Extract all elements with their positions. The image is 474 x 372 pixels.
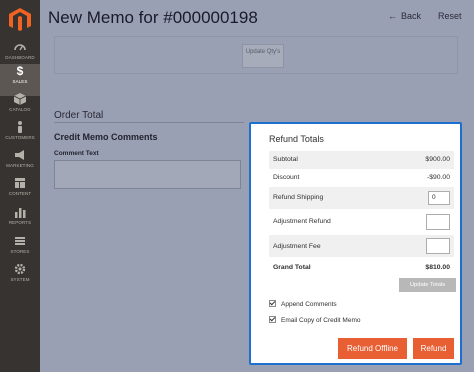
sidebar-item-label: MARKETING	[6, 163, 34, 168]
megaphone-icon	[15, 150, 24, 160]
sidebar-item-system[interactable]: SYSTEM	[0, 262, 40, 294]
update-qty-button[interactable]: Update Qty's	[242, 44, 284, 68]
email-copy-label: Email Copy of Credit Memo	[281, 317, 361, 324]
page-title: New Memo for #000000198	[48, 8, 258, 27]
refund-shipping-input[interactable]: 0	[428, 191, 450, 205]
order-total-title: Order Total	[54, 110, 104, 121]
adjustment-fee-input[interactable]	[426, 238, 450, 254]
bar-chart-icon	[15, 208, 26, 218]
sidebar-item-label: DASHBOARD	[5, 55, 35, 60]
reset-button[interactable]: Reset	[438, 11, 462, 21]
discount-row: Discount -$90.00	[269, 169, 454, 187]
update-totals-button[interactable]: Update Totals	[399, 278, 456, 292]
adjustment-fee-row: Adjustment Fee	[269, 235, 454, 257]
grand-total-row: Grand Total $810.00	[269, 259, 454, 277]
divider	[54, 122, 244, 123]
sidebar-item-reports[interactable]: REPORTS	[0, 205, 40, 237]
layout-icon	[15, 178, 25, 188]
discount-value: -$90.00	[426, 174, 450, 181]
grand-total-label: Grand Total	[273, 264, 311, 271]
store-icon	[15, 237, 25, 245]
sidebar-item-label: REPORTS	[8, 220, 32, 225]
refund-shipping-label: Refund Shipping	[273, 194, 324, 201]
dashboard-icon	[14, 44, 26, 51]
back-button[interactable]: ← Back	[388, 11, 421, 21]
magento-logo-icon[interactable]	[9, 8, 31, 32]
email-copy-checkbox[interactable]	[269, 316, 276, 323]
refund-totals-panel: Refund Totals Subtotal $900.00 Discount …	[249, 122, 462, 365]
credit-memo-comments-title: Credit Memo Comments	[54, 132, 158, 142]
append-comments-option[interactable]: Append Comments	[269, 300, 337, 308]
discount-label: Discount	[273, 174, 300, 181]
email-copy-option[interactable]: Email Copy of Credit Memo	[269, 316, 360, 324]
refund-shipping-row: Refund Shipping 0	[269, 187, 454, 209]
subtotal-label: Subtotal	[273, 156, 298, 163]
sidebar-item-content[interactable]: CONTENT	[0, 176, 40, 208]
append-comments-label: Append Comments	[281, 301, 337, 308]
person-icon	[18, 121, 22, 133]
adjustment-refund-input[interactable]	[426, 214, 450, 230]
append-comments-checkbox[interactable]	[269, 300, 276, 307]
comment-text-label: Comment Text	[54, 150, 99, 157]
adjustment-fee-label: Adjustment Fee	[273, 243, 321, 250]
adjustment-refund-label: Adjustment Refund	[273, 218, 331, 225]
sidebar-item-label: CATALOG	[9, 107, 31, 112]
sidebar-item-label: SYSTEM	[10, 277, 30, 282]
sidebar-item-label: CUSTOMERS	[5, 135, 35, 140]
subtotal-value: $900.00	[425, 156, 450, 163]
cube-icon	[13, 93, 27, 105]
refund-totals-title: Refund Totals	[269, 134, 324, 144]
sidebar-item-label: CONTENT	[8, 191, 32, 196]
grand-total-value: $810.00	[425, 264, 450, 271]
gear-icon	[14, 263, 26, 275]
arrow-left-icon: ←	[388, 11, 397, 21]
subtotal-row: Subtotal $900.00	[269, 151, 454, 169]
comment-textarea[interactable]	[54, 160, 241, 189]
adjustment-refund-row: Adjustment Refund	[269, 210, 454, 234]
sidebar-item-label: SALES	[12, 79, 28, 84]
refund-button[interactable]: Refund	[413, 338, 454, 359]
refund-offline-button[interactable]: Refund Offline	[338, 338, 407, 359]
admin-sidebar: DASHBOARD $ SALES CATALOG CUSTOMERS MARK…	[0, 0, 40, 372]
dollar-icon: $	[16, 64, 24, 78]
back-label: Back	[401, 11, 422, 21]
sidebar-item-label: STORES	[10, 249, 30, 254]
